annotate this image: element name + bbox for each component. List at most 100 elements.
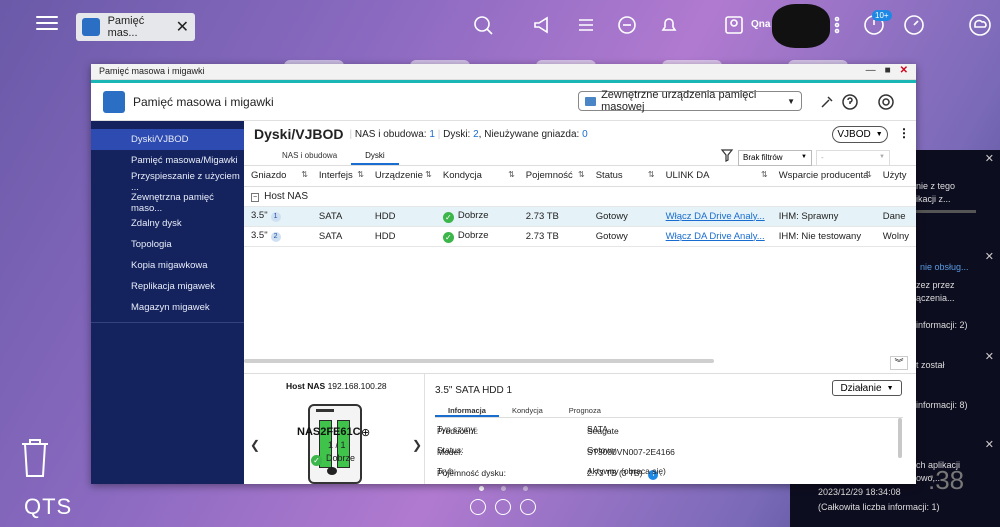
sidebar-item-external-storage[interactable]: Zewnętrzna pamięć maso...	[91, 192, 244, 214]
close-icon[interactable]: ✕	[900, 65, 908, 76]
sidebar-item-remote-disk[interactable]: Zdalny dysk	[91, 213, 244, 234]
external-storage-select-value: Zewnętrzne urządzenia pamięci masowej	[601, 89, 757, 113]
taskbar-tab-storage[interactable]: Pamięć mas... ✕	[76, 13, 195, 41]
group-label: Host NAS	[264, 190, 308, 202]
disk-title: 3.5" SATA HDD 1	[435, 385, 513, 396]
notification-footer: 2023/12/29 18:34:08 (Całkowita liczba in…	[790, 484, 1000, 527]
filter-icon[interactable]	[720, 148, 734, 167]
column-header[interactable]: Pojemność ⇅	[518, 166, 589, 187]
table-group-row[interactable]: − Host NAS	[244, 186, 916, 207]
dashboard-icon[interactable]	[902, 13, 926, 37]
external-storage-select[interactable]: Zewnętrzne urządzenia pamięci masowej ▼	[578, 89, 802, 113]
maximize-icon[interactable]: ■	[885, 65, 891, 76]
sidebar-item-snapshot-copy[interactable]: Kopia migawkowa	[91, 255, 244, 276]
filter-select[interactable]: Brak filtrów ▼	[738, 149, 812, 166]
sync-icon[interactable]	[615, 13, 639, 37]
search-icon[interactable]	[471, 13, 495, 37]
close-icon[interactable]: ✕	[176, 17, 189, 37]
settings-shortcut-icon[interactable]	[495, 499, 511, 515]
tools-icon[interactable]	[818, 93, 836, 111]
user-name[interactable]: Qna	[751, 19, 770, 30]
column-header[interactable]: Użyty	[875, 166, 916, 187]
device-title: Host NAS 192.168.100.28	[286, 381, 387, 391]
sidebar-item-snapshot-vault[interactable]: Magazyn migawek	[91, 297, 244, 318]
collapse-icon[interactable]: −	[251, 192, 260, 202]
check-icon: ✓	[442, 231, 454, 243]
more-options-icon[interactable]: ⋮	[898, 126, 910, 140]
filter-value-select[interactable]: - ▼	[816, 149, 890, 166]
disk-bay-2[interactable]	[337, 420, 350, 468]
tab-info[interactable]: Informacja	[435, 404, 499, 417]
notification-bell-icon[interactable]	[657, 13, 681, 37]
vjbod-button[interactable]: VJBOD ▼	[832, 126, 888, 143]
announcement-icon[interactable]	[531, 13, 555, 37]
sidebar-item-storage-snapshots[interactable]: Pamięć masowa/Migawki	[91, 150, 244, 171]
column-header[interactable]: Interfejs ⇅	[311, 166, 368, 187]
desktop-topbar: Pamięć mas... ✕ Qna 10+	[0, 0, 1000, 52]
enable-da-link[interactable]: Włącz DA Drive Analy...	[666, 231, 765, 242]
disk-tabs: Informacja Kondycja Prognoza	[435, 404, 903, 418]
column-header[interactable]: Urządzenie ⇅	[367, 166, 436, 187]
divider	[91, 322, 244, 323]
tab-nas-enclosure[interactable]: NAS i obudowa	[268, 147, 351, 165]
enable-da-link[interactable]: Włącz DA Drive Analy...	[666, 211, 765, 222]
tab-forecast[interactable]: Prognoza	[556, 404, 614, 417]
network-icon[interactable]	[470, 499, 486, 515]
filter-select-value: Brak filtrów	[743, 152, 783, 162]
minimize-icon[interactable]: —	[866, 65, 876, 76]
more-options-icon[interactable]	[825, 13, 849, 37]
chevron-left-icon[interactable]: ❮	[250, 438, 260, 452]
info-icon[interactable]: i	[648, 470, 659, 480]
chevron-down-icon: ▼	[875, 131, 883, 138]
chevron-down-icon: ▼	[879, 153, 885, 160]
app-name: Pamięć masowa i migawki	[133, 94, 274, 109]
page-indicator[interactable]	[479, 486, 528, 491]
action-button[interactable]: Działanie ▼	[832, 380, 902, 396]
disk-bay-1[interactable]	[319, 420, 332, 468]
column-header[interactable]: Status ⇅	[588, 166, 659, 187]
settings-gear-icon[interactable]	[877, 93, 895, 111]
sidebar-item-acceleration[interactable]: Przyspieszanie z użyciem ...	[91, 171, 244, 193]
chevron-right-icon[interactable]: ❯	[412, 438, 422, 452]
book-icon[interactable]	[520, 499, 536, 515]
notification-count-badge: 10+	[872, 10, 892, 21]
filter-value-select-value: -	[821, 152, 824, 162]
horizontal-scrollbar[interactable]	[244, 359, 714, 363]
notification-text: nie obsług...	[920, 262, 969, 272]
tab-health[interactable]: Kondycja	[499, 404, 556, 417]
close-icon[interactable]: ✕	[985, 152, 994, 165]
close-icon[interactable]: ✕	[985, 250, 994, 263]
storage-app-window: Pamięć masowa i migawki — ■ ✕ Pamięć mas…	[91, 64, 916, 484]
close-icon[interactable]: ✕	[985, 438, 994, 451]
sidebar-item-disks-vjbod[interactable]: Dyski/VJBOD	[91, 129, 244, 150]
column-header[interactable]: Kondycja ⇅	[435, 166, 519, 187]
table-row[interactable]: 3.5" 1 SATA HDD ✓ Dobrze 2.73 TB Gotowy Wł…	[244, 206, 916, 227]
column-header[interactable]: ULINK DA ⇅	[658, 166, 772, 187]
vjbod-button-label: VJBOD	[837, 129, 871, 140]
tab-disks[interactable]: Dyski	[351, 147, 399, 165]
chevron-down-icon: ▼	[801, 153, 807, 160]
close-icon[interactable]: ✕	[985, 350, 994, 363]
sidebar-item-snapshot-replica[interactable]: Replikacja migawek	[91, 276, 244, 297]
notification-text: informacji: 8)	[916, 400, 968, 410]
nas-device-image[interactable]	[308, 404, 362, 484]
cloud-icon[interactable]	[968, 13, 992, 37]
help-icon[interactable]	[841, 93, 859, 111]
trash-icon[interactable]	[18, 436, 52, 480]
main-menu-icon[interactable]	[36, 12, 58, 34]
storage-app-icon	[82, 18, 100, 36]
notification-text: nie z tego	[916, 181, 956, 191]
vertical-scrollbar[interactable]	[898, 418, 902, 458]
qts-logo: QTS	[24, 494, 73, 519]
window-titlebar[interactable]: Pamięć masowa i migawki — ■ ✕	[91, 64, 916, 80]
user-icon[interactable]	[722, 13, 746, 37]
sidebar-item-topology[interactable]: Topologia	[91, 234, 244, 255]
tasks-icon[interactable]	[574, 13, 598, 37]
sidebar: Przegląd Pamięć masowa ︿ Dyski/VJBOD Pam…	[91, 121, 910, 484]
column-header[interactable]: Gniazdo ⇅	[244, 166, 312, 187]
filter-bar: Brak filtrów ▼ - ▼	[720, 148, 890, 167]
notification-text: ączenia...	[916, 293, 955, 303]
table-row[interactable]: 3.5" 2 SATA HDD ✓ Dobrze 2.73 TB Gotowy Wł…	[244, 226, 916, 247]
chevron-down-icon[interactable]: ︾	[890, 356, 908, 370]
column-header[interactable]: Wsparcie producenta ⇅	[771, 166, 876, 187]
